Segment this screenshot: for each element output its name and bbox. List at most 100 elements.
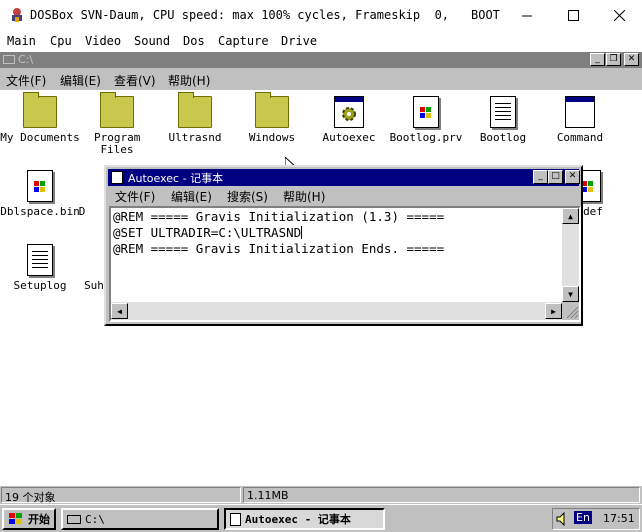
file-label: Bootlog.prv <box>389 131 463 144</box>
notepad-text-area[interactable]: @REM ===== Gravis Initialization (1.3) =… <box>109 206 581 322</box>
notepad-minimize-button[interactable]: _ <box>533 170 548 184</box>
explorer-menu-bar: 文件(F) 编辑(E) 查看(V) 帮助(H) <box>0 69 642 89</box>
scroll-down-button[interactable]: ▼ <box>562 286 579 302</box>
file-label: My Documents <box>0 131 80 144</box>
explorer-menu-view[interactable]: 查看(V) <box>114 72 156 89</box>
explorer-close-button[interactable]: ✕ <box>624 53 639 66</box>
explorer-menu-file[interactable]: 文件(F) <box>6 72 46 89</box>
host-maximize-button[interactable] <box>550 0 596 31</box>
scroll-right-button[interactable]: ▶ <box>545 303 562 319</box>
file-item-windows[interactable]: Windows <box>232 92 312 144</box>
folder-icon <box>255 92 289 128</box>
explorer-title: C:\ <box>18 53 34 66</box>
resize-grip[interactable] <box>562 302 579 320</box>
drive-icon <box>67 514 81 524</box>
notepad-menu-help[interactable]: 帮助(H) <box>283 188 325 205</box>
notepad-title: Autoexec - 记事本 <box>128 172 224 185</box>
file-label: Autoexec <box>322 131 376 144</box>
language-indicator[interactable]: En <box>574 511 592 524</box>
start-button[interactable]: 开始 <box>2 508 56 530</box>
file-label: Ultrasnd <box>168 131 222 144</box>
notepad-menu-search[interactable]: 搜索(S) <box>227 188 268 205</box>
file-label: Windows <box>248 131 296 144</box>
speaker-icon[interactable] <box>556 512 570 526</box>
taskbar: 开始 C:\ Autoexec - 记事本 En 17:51 <box>0 504 642 532</box>
file-label: Suh <box>84 279 104 292</box>
file-item-command[interactable]: Command <box>540 96 620 144</box>
text-line: @REM ===== Gravis Initialization (1.3) =… <box>113 209 445 224</box>
file-label: Command <box>556 131 604 144</box>
drive-icon <box>3 55 15 64</box>
dosbox-app-icon <box>12 8 22 22</box>
explorer-menu-edit[interactable]: 编辑(E) <box>60 72 101 89</box>
menu-dos[interactable]: Dos <box>183 34 205 48</box>
text-document-icon <box>27 244 53 276</box>
arrow-right-icon: ▶ <box>551 306 556 316</box>
total-size: 1.11MB <box>243 487 640 503</box>
menu-video[interactable]: Video <box>85 34 121 48</box>
host-minimize-button[interactable] <box>504 0 550 31</box>
arrow-left-icon: ◀ <box>117 306 122 316</box>
task-notepad[interactable]: Autoexec - 记事本 <box>224 508 385 530</box>
explorer-menu-help[interactable]: 帮助(H) <box>168 72 210 89</box>
menu-drive[interactable]: Drive <box>281 34 317 48</box>
notepad-close-button[interactable]: ✕ <box>565 170 580 184</box>
menu-main[interactable]: Main <box>7 34 36 48</box>
maximize-icon <box>567 10 579 21</box>
file-item-bootlog-prv[interactable]: Bootlog.prv <box>386 96 466 144</box>
explorer-minimize-button[interactable]: _ <box>590 53 605 66</box>
file-label: Setuplog <box>13 279 67 292</box>
explorer-restore-button[interactable]: ❐ <box>606 53 621 66</box>
folder-icon <box>100 92 134 128</box>
notepad-title-bar[interactable]: Autoexec - 记事本 _ □ ✕ <box>108 169 580 186</box>
host-window-title: DOSBox SVN-Daum, CPU speed: max 100% cyc… <box>30 8 450 22</box>
task-label: C:\ <box>85 512 105 526</box>
notepad-menu-bar: 文件(F) 编辑(E) 搜索(S) 帮助(H) <box>108 187 579 205</box>
task-label: Autoexec - 记事本 <box>245 513 351 526</box>
maximize-icon: □ <box>551 171 560 181</box>
host-menu-bar: Main Cpu Video Sound Dos Capture Drive <box>0 31 642 52</box>
file-item-program-files[interactable]: Program Files <box>77 92 157 156</box>
windows-logo-icon <box>27 170 53 202</box>
arrow-up-icon: ▲ <box>568 211 573 221</box>
menu-cpu[interactable]: Cpu <box>50 34 72 48</box>
notepad-icon <box>230 512 241 526</box>
notepad-menu-edit[interactable]: 编辑(E) <box>171 188 212 205</box>
file-item-my-documents[interactable]: My Documents <box>0 92 80 144</box>
menu-capture[interactable]: Capture <box>218 34 269 48</box>
scroll-left-button[interactable]: ◀ <box>111 303 128 319</box>
file-item-partial-d[interactable]: D <box>62 170 102 218</box>
file-item-bootlog[interactable]: Bootlog <box>463 96 543 144</box>
task-explorer[interactable]: C:\ <box>61 508 219 530</box>
notepad-icon <box>111 171 123 184</box>
folder-icon <box>23 92 57 128</box>
horizontal-scrollbar[interactable] <box>111 302 562 320</box>
file-item-ultrasnd[interactable]: Ultrasnd <box>155 92 235 144</box>
clock: 17:51 <box>603 512 635 525</box>
file-label: def <box>583 205 603 218</box>
text-document-icon <box>490 96 516 128</box>
resize-grip-icon <box>566 306 579 319</box>
text-line: @REM ===== Gravis Initialization Ends. =… <box>113 241 445 256</box>
file-label: Bootlog <box>479 131 527 144</box>
close-icon <box>613 10 625 21</box>
folder-icon <box>178 92 212 128</box>
explorer-title-bar: C:\ _ ❐ ✕ <box>0 52 642 68</box>
object-count: 19 个对象 <box>1 487 241 504</box>
host-close-button[interactable] <box>596 0 642 31</box>
windows-logo-icon <box>413 96 439 128</box>
scroll-up-button[interactable]: ▲ <box>562 208 579 224</box>
text-caret <box>301 226 303 239</box>
file-item-setuplog[interactable]: Setuplog <box>0 244 80 292</box>
minimize-icon <box>522 15 532 16</box>
file-item-autoexec[interactable]: Autoexec <box>309 96 389 144</box>
notepad-maximize-button[interactable]: □ <box>548 170 563 184</box>
menu-sound[interactable]: Sound <box>134 34 170 48</box>
file-label: D <box>78 205 86 218</box>
text-line-with-caret: @SET ULTRADIR=C:\ULTRASND <box>113 225 444 241</box>
start-label: 开始 <box>28 513 50 526</box>
notepad-menu-file[interactable]: 文件(F) <box>115 188 155 205</box>
minimize-icon: _ <box>595 54 600 64</box>
restore-icon: ❐ <box>609 54 618 64</box>
windows-flag-icon <box>9 513 22 524</box>
